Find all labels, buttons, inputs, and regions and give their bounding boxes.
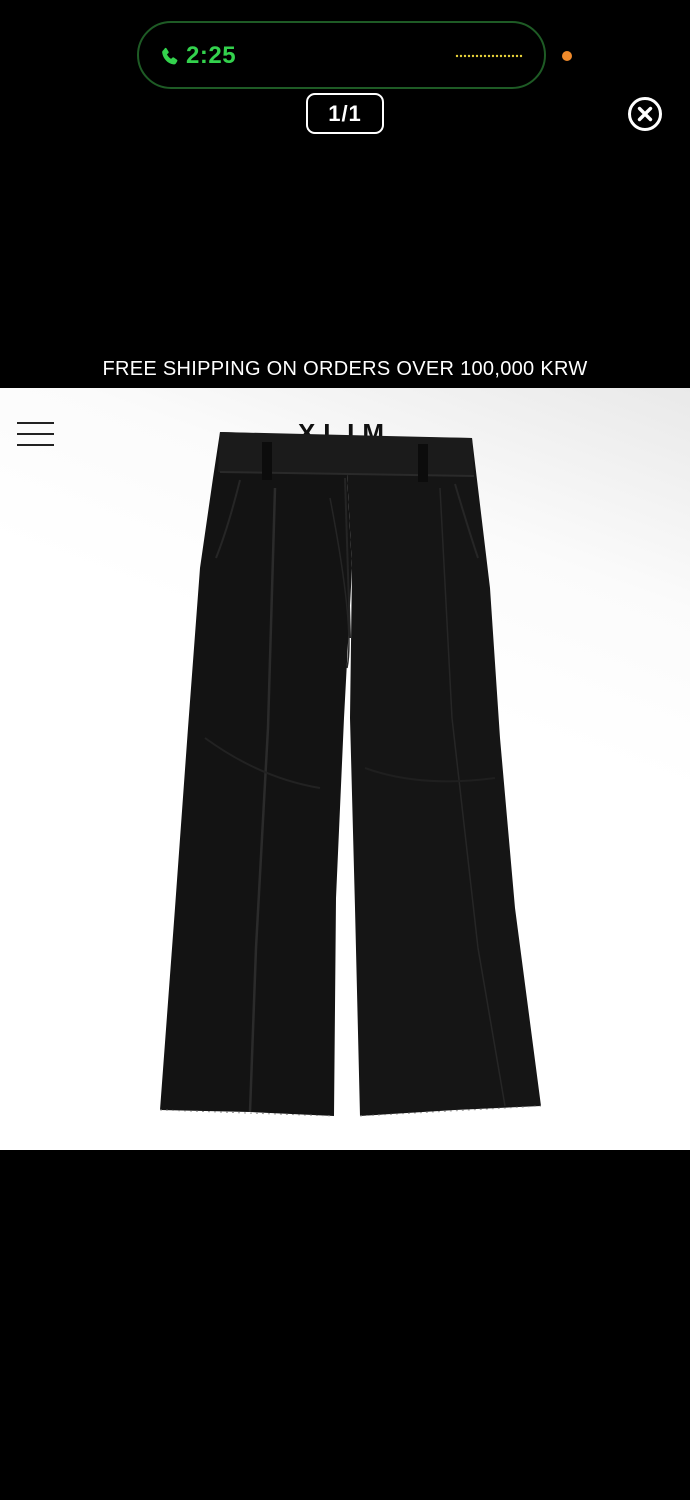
privacy-indicator-dot — [562, 51, 572, 61]
product-viewer[interactable]: XLIM — [0, 388, 690, 1150]
hamburger-menu-icon[interactable] — [17, 422, 54, 448]
phone-icon — [162, 47, 178, 65]
call-status-pill[interactable]: 2:25 — [137, 21, 546, 89]
waveform-icon — [455, 54, 523, 58]
call-timer: 2:25 — [186, 42, 237, 69]
product-image — [159, 432, 542, 1117]
image-counter: 1/1 — [306, 93, 384, 134]
close-icon[interactable] — [627, 96, 663, 132]
shipping-banner: FREE SHIPPING ON ORDERS OVER 100,000 KRW — [102, 357, 588, 380]
